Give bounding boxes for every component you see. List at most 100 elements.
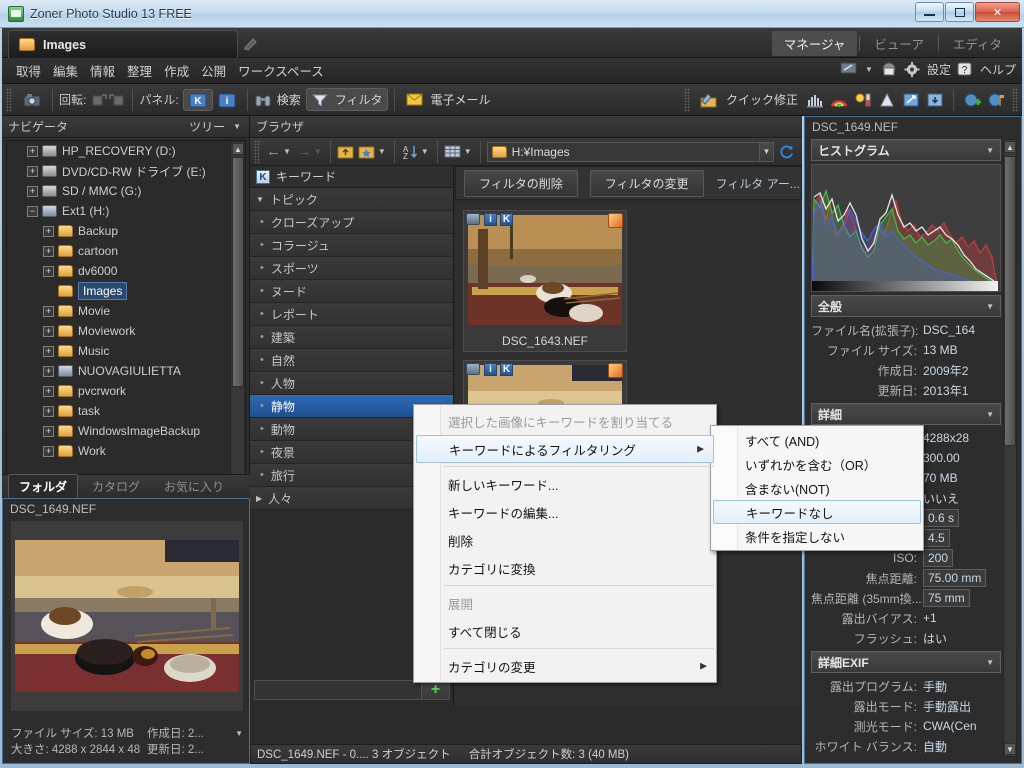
scroll-up-arrow[interactable]: ▲: [232, 143, 244, 155]
email-button[interactable]: 電子メール: [401, 89, 495, 110]
sharpen-icon[interactable]: [878, 92, 896, 108]
submenu-item[interactable]: 条件を指定しない: [711, 524, 923, 548]
menu-item[interactable]: すべて閉じる: [414, 617, 716, 645]
info-panel-toggle[interactable]: i: [213, 90, 241, 110]
submenu-item[interactable]: すべて (AND): [711, 428, 923, 452]
flag-globe-icon[interactable]: [987, 92, 1005, 108]
expand-icon[interactable]: +: [43, 405, 54, 417]
menu-item[interactable]: キーワードによるフィルタリング ▶: [416, 435, 714, 463]
camera-import-icon[interactable]: [22, 92, 41, 108]
rotate-right-icon[interactable]: [108, 92, 126, 108]
chevron-down-icon[interactable]: ▼: [233, 122, 241, 131]
toolbar-grip-2[interactable]: [683, 87, 690, 112]
expand-icon[interactable]: +: [43, 445, 54, 457]
submenu-item[interactable]: キーワードなし: [713, 500, 921, 524]
info-badge-icon[interactable]: i: [484, 363, 497, 376]
keyword-group[interactable]: ▼ トピック: [250, 188, 453, 211]
chevron-down-icon[interactable]: ▼: [378, 147, 386, 156]
chevron-down-icon[interactable]: ▼: [421, 147, 429, 156]
tree-item[interactable]: + task: [7, 401, 230, 421]
preview-image-box[interactable]: [11, 521, 243, 711]
navigator-viewmode[interactable]: ツリー: [189, 118, 225, 135]
levels-icon[interactable]: [806, 92, 824, 108]
scroll-up-arrow[interactable]: ▲: [1004, 141, 1016, 153]
binoculars-icon[interactable]: [254, 92, 272, 108]
chevron-down-icon[interactable]: ▼: [986, 658, 994, 667]
context-menu[interactable]: 選択した画像にキーワードを割り当てる キーワードによるフィルタリング ▶ 新しいキーワ…: [413, 404, 717, 683]
nav-tab-catalog[interactable]: カタログ: [82, 475, 150, 498]
filter-archive-link[interactable]: フィルタ アー...: [716, 175, 800, 192]
menu-workspace[interactable]: ワークスペース: [232, 58, 330, 83]
menu-item[interactable]: キーワードの編集...: [414, 498, 716, 526]
back-dropdown-icon[interactable]: ▼: [283, 147, 291, 156]
search-button[interactable]: 検索: [272, 89, 306, 110]
nav-tab-favorites[interactable]: お気に入り: [154, 475, 234, 498]
menu-publish[interactable]: 公開: [195, 58, 232, 83]
back-icon[interactable]: ←: [266, 143, 281, 160]
scroll-thumb[interactable]: [232, 157, 244, 387]
expand-icon[interactable]: +: [27, 165, 38, 177]
keyword-badge-icon[interactable]: K: [500, 363, 513, 376]
tree-item[interactable]: + dv6000: [7, 261, 230, 281]
keyword-item[interactable]: • コラージュ: [250, 234, 453, 257]
toolbar-grip[interactable]: [6, 87, 12, 112]
navbar-grip[interactable]: [254, 139, 260, 164]
maximize-button[interactable]: [945, 2, 974, 22]
expand-icon[interactable]: +: [27, 145, 38, 157]
mail-globe-icon[interactable]: [881, 62, 898, 77]
menu-edit[interactable]: 編集: [47, 58, 84, 83]
keyword-item[interactable]: • 自然: [250, 349, 453, 372]
tab-images[interactable]: Images: [8, 30, 238, 58]
expand-icon[interactable]: +: [43, 225, 54, 237]
keyword-add-field[interactable]: +: [254, 680, 450, 700]
scroll-thumb[interactable]: [1004, 156, 1016, 446]
tree-item[interactable]: + WindowsImageBackup: [7, 421, 230, 441]
remove-filter-button[interactable]: フィルタの削除: [464, 169, 578, 197]
tree-item[interactable]: + DVD/CD-RW ドライブ (E:): [7, 161, 230, 181]
expand-icon[interactable]: +: [43, 245, 54, 257]
tree-item[interactable]: + cartoon: [7, 241, 230, 261]
submenu-item[interactable]: いずれかを含む（OR）: [711, 452, 923, 476]
up-folder-icon[interactable]: [337, 144, 355, 160]
mode-manager[interactable]: マネージャ: [771, 30, 858, 56]
expand-icon[interactable]: +: [43, 305, 54, 317]
menu-item[interactable]: 削除: [414, 526, 716, 554]
refresh-icon[interactable]: [778, 144, 796, 160]
tree-item[interactable]: + Work: [7, 441, 230, 461]
menu-item[interactable]: カテゴリに変換: [414, 554, 716, 582]
color-rainbow-icon[interactable]: [830, 92, 848, 108]
section-general[interactable]: 全般 ▼: [811, 295, 1001, 317]
section-exif[interactable]: 詳細EXIF ▼: [811, 651, 1001, 673]
chevron-down-icon[interactable]: ▼: [256, 195, 264, 204]
chevron-down-icon[interactable]: ▼: [986, 146, 994, 155]
expand-icon[interactable]: +: [43, 365, 54, 377]
keyword-item[interactable]: • レポート: [250, 303, 453, 326]
settings-label[interactable]: 設定: [927, 61, 951, 78]
chevron-down-icon[interactable]: ▼: [986, 302, 994, 311]
chevron-right-icon[interactable]: ▶: [256, 494, 262, 503]
filter-button[interactable]: フィルタ: [305, 88, 389, 111]
menu-organize[interactable]: 整理: [121, 58, 158, 83]
keyword-item[interactable]: • 人物: [250, 372, 453, 395]
add-keyword-button[interactable]: +: [421, 681, 449, 699]
expand-icon[interactable]: +: [43, 385, 54, 397]
submenu-item[interactable]: 含まない(NOT): [711, 476, 923, 500]
tree-item[interactable]: + Moviework: [7, 321, 230, 341]
view-grid-icon[interactable]: [444, 144, 462, 160]
tree-item[interactable]: − Ext1 (H:): [7, 201, 230, 221]
keyword-panel-toggle[interactable]: K: [182, 88, 213, 111]
help-label[interactable]: ヘルプ: [980, 61, 1016, 78]
menu-acquire[interactable]: 取得: [10, 58, 47, 83]
menu-item[interactable]: 新しいキーワード...: [414, 470, 716, 498]
expand-icon[interactable]: +: [43, 325, 54, 337]
change-filter-button[interactable]: フィルタの変更: [589, 169, 704, 197]
help-icon[interactable]: ?: [957, 62, 974, 77]
tree-item[interactable]: + NUOVAGIULIETTA: [7, 361, 230, 381]
tree-item[interactable]: + pvcrwork: [7, 381, 230, 401]
keyword-item[interactable]: • クローズアップ: [250, 211, 453, 234]
section-histogram[interactable]: ヒストグラム ▼: [811, 139, 1001, 161]
address-dropdown-icon[interactable]: ▼: [759, 142, 773, 161]
favorite-folder-icon[interactable]: [358, 144, 376, 160]
mode-editor[interactable]: エディタ: [941, 31, 1014, 56]
tree-scrollbar[interactable]: ▲ ▼: [230, 142, 244, 490]
